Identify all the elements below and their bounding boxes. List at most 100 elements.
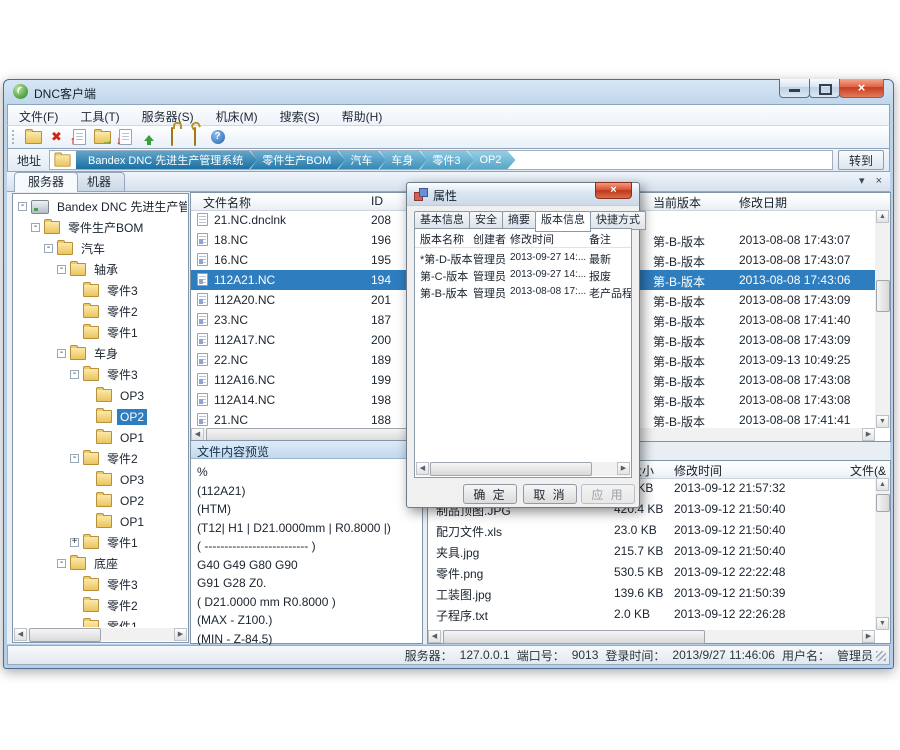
apply-button[interactable]: 应 用: [581, 484, 635, 504]
tree-node[interactable]: - 零件生产BOM: [14, 217, 187, 238]
tree-node[interactable]: 零件2: [14, 595, 187, 616]
scroll-up-icon[interactable]: ▲: [876, 478, 889, 491]
version-column-header[interactable]: 修改时间: [510, 231, 554, 247]
menu-item[interactable]: 搜索(S): [269, 105, 331, 128]
tree-node[interactable]: - 轴承: [14, 259, 187, 280]
breadcrumb-item[interactable]: 零件3: [420, 151, 474, 169]
column-id[interactable]: ID: [371, 194, 383, 208]
menu-item[interactable]: 工具(T): [69, 105, 130, 128]
version-row[interactable]: 第-C-版本 管理员 2013-09-27 14:... 报废: [415, 266, 631, 283]
dialog-close-button[interactable]: ×: [595, 182, 632, 199]
scrollbar-thumb[interactable]: [876, 280, 890, 312]
go-button[interactable]: 转到: [838, 150, 884, 170]
attachment-row[interactable]: 夹具.jpg 215.7 KB 2013-09-12 21:50:40: [428, 541, 875, 562]
breadcrumb-item[interactable]: 车身: [379, 151, 427, 169]
tree-node[interactable]: OP2: [14, 406, 187, 427]
help-icon[interactable]: [206, 128, 229, 147]
dialog-title-bar[interactable]: 属性 ×: [407, 183, 639, 206]
tree-node[interactable]: - 底座: [14, 553, 187, 574]
tree-node[interactable]: OP1: [14, 511, 187, 532]
scroll-left-icon[interactable]: ◀: [14, 628, 27, 641]
tree-node[interactable]: OP3: [14, 469, 187, 490]
attachment-row[interactable]: 零件.png 530.5 KB 2013-09-12 22:22:48: [428, 562, 875, 583]
column-file[interactable]: 文件(&: [850, 462, 886, 479]
tree-node[interactable]: 零件2: [14, 301, 187, 322]
ok-button[interactable]: 确 定: [463, 484, 517, 504]
tree-node[interactable]: OP3: [14, 385, 187, 406]
expand-toggle-icon[interactable]: +: [70, 538, 79, 547]
tree-node[interactable]: - Bandex DNC 先进生产管理系统: [14, 196, 187, 217]
lock-icon[interactable]: [160, 128, 183, 147]
tree-node[interactable]: - 汽车: [14, 238, 187, 259]
menu-item[interactable]: 帮助(H): [331, 105, 394, 128]
scroll-left-icon[interactable]: ◀: [416, 462, 429, 475]
column-current-version[interactable]: 当前版本: [653, 194, 701, 211]
expand-toggle-icon[interactable]: -: [18, 202, 27, 211]
scrollbar-thumb[interactable]: [443, 630, 705, 644]
attachment-vertical-scrollbar[interactable]: ▲ ▼: [875, 478, 890, 630]
scroll-down-icon[interactable]: ▼: [876, 415, 889, 428]
scrollbar-thumb[interactable]: [876, 494, 890, 512]
breadcrumb-item[interactable]: Bandex DNC 先进生产管理系统: [76, 151, 257, 169]
delete-icon[interactable]: [45, 128, 68, 147]
version-column-header[interactable]: 版本名称: [420, 231, 464, 247]
tree-node[interactable]: 零件1: [14, 616, 187, 627]
unlock-icon[interactable]: [183, 128, 206, 147]
cancel-button[interactable]: 取 消: [523, 484, 577, 504]
scroll-right-icon[interactable]: ▶: [862, 428, 875, 441]
attachment-horizontal-scrollbar[interactable]: ◀ ▶: [428, 630, 875, 643]
tree-node[interactable]: + 零件1: [14, 532, 187, 553]
maximize-button[interactable]: [809, 79, 840, 98]
column-file-name[interactable]: 文件名称: [203, 194, 251, 211]
version-column-header[interactable]: 创建者: [473, 231, 506, 247]
scroll-right-icon[interactable]: ▶: [617, 462, 630, 475]
tree-node[interactable]: - 零件2: [14, 448, 187, 469]
panel-tab-0[interactable]: 服务器: [14, 172, 78, 192]
menu-item[interactable]: 文件(F): [8, 105, 69, 128]
tree-horizontal-scrollbar[interactable]: ◀ ▶: [14, 628, 187, 641]
scroll-left-icon[interactable]: ◀: [428, 630, 441, 643]
expand-toggle-icon[interactable]: -: [44, 244, 53, 253]
tree-node[interactable]: OP2: [14, 490, 187, 511]
version-column-header[interactable]: 备注: [589, 231, 611, 247]
version-row[interactable]: 第-B-版本 管理员 2013-08-08 17:... 老产品程序: [415, 283, 631, 300]
tree-node[interactable]: 零件3: [14, 280, 187, 301]
panel-tab-1[interactable]: 机器: [73, 172, 125, 191]
expand-toggle-icon[interactable]: -: [31, 223, 40, 232]
tree-node[interactable]: - 零件3: [14, 364, 187, 385]
version-row[interactable]: *第-D-版本 管理员 2013-09-27 14:... 最新: [415, 249, 631, 266]
expand-toggle-icon[interactable]: -: [57, 349, 66, 358]
new-folder-icon[interactable]: [22, 128, 45, 147]
expand-toggle-icon[interactable]: -: [57, 265, 66, 274]
scroll-down-icon[interactable]: ▼: [876, 617, 889, 630]
breadcrumb-item[interactable]: OP2: [467, 151, 515, 169]
checkout-file-icon[interactable]: ↓: [114, 128, 137, 147]
attachment-row[interactable]: 配刀文件.xls 23.0 KB 2013-09-12 21:50:40: [428, 520, 875, 541]
close-button[interactable]: [839, 79, 884, 98]
expand-toggle-icon[interactable]: -: [57, 559, 66, 568]
scrollbar-thumb[interactable]: [29, 628, 101, 642]
scroll-right-icon[interactable]: ▶: [862, 630, 875, 643]
breadcrumb-item[interactable]: 汽车: [338, 151, 386, 169]
menu-item[interactable]: 机床(M): [205, 105, 269, 128]
upload-icon[interactable]: [137, 128, 160, 147]
column-modified-time[interactable]: 修改时间: [674, 462, 722, 479]
tree-node[interactable]: - 车身: [14, 343, 187, 364]
import-folder-icon[interactable]: →: [91, 128, 114, 147]
scroll-up-icon[interactable]: ▲: [876, 210, 889, 223]
attachment-row[interactable]: 子程序.txt 2.0 KB 2013-09-12 22:26:28: [428, 604, 875, 625]
tree-node[interactable]: 零件1: [14, 322, 187, 343]
title-bar[interactable]: DNC客户端: [4, 80, 893, 104]
minimize-button[interactable]: [779, 79, 810, 98]
tree-node[interactable]: 零件3: [14, 574, 187, 595]
column-modified-date[interactable]: 修改日期: [739, 194, 787, 211]
dialog-horizontal-scrollbar[interactable]: ◀ ▶: [416, 462, 630, 476]
checkin-file-icon[interactable]: ↑: [68, 128, 91, 147]
scrollbar-thumb[interactable]: [430, 462, 592, 476]
tree-node[interactable]: OP1: [14, 427, 187, 448]
scroll-right-icon[interactable]: ▶: [174, 628, 187, 641]
file-list-vertical-scrollbar[interactable]: ▲ ▼: [875, 210, 890, 428]
attachment-row[interactable]: 工装图.jpg 139.6 KB 2013-09-12 21:50:39: [428, 583, 875, 604]
close-panel-icon[interactable]: ×: [876, 175, 882, 187]
expand-toggle-icon[interactable]: -: [70, 454, 79, 463]
